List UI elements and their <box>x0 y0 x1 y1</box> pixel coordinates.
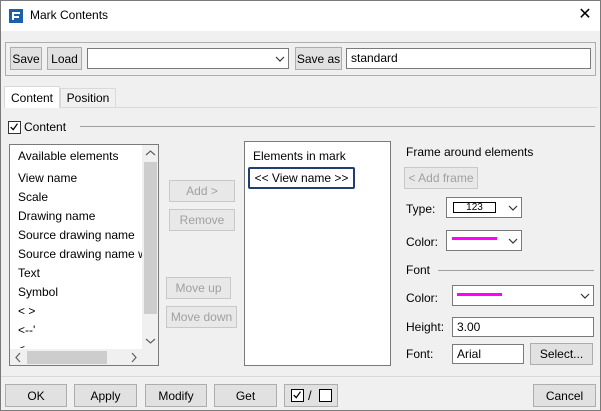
list-item[interactable]: Scale <box>18 190 48 204</box>
remove-button[interactable]: Remove <box>169 209 235 231</box>
window-title: Mark Contents <box>30 8 109 22</box>
frame-type-label: Type: <box>406 202 436 216</box>
save-as-button[interactable]: Save as <box>295 47 342 70</box>
content-checkbox-label: Content <box>24 120 67 134</box>
list-item[interactable]: View name <box>18 171 77 185</box>
frame-color-swatch <box>452 237 497 240</box>
list-item[interactable]: < > <box>18 304 35 318</box>
chevron-down-icon <box>275 56 285 62</box>
frame-type-value: 123 <box>453 202 496 213</box>
tab-position[interactable]: Position <box>60 88 116 107</box>
ok-button[interactable]: OK <box>5 384 67 407</box>
unchecked-box-icon <box>319 389 332 402</box>
elements-in-mark-list[interactable]: Elements in mark << View name >> <box>244 141 391 366</box>
list-item[interactable]: Source drawing name <box>18 228 135 242</box>
move-up-button[interactable]: Move up <box>166 277 231 299</box>
font-color-swatch <box>457 293 502 296</box>
scrollbar-corner <box>142 349 158 365</box>
frame-color-label: Color: <box>406 235 439 249</box>
checkmark-icon <box>10 123 18 131</box>
mark-element-item[interactable]: << View name >> <box>248 167 355 189</box>
list-header: Available elements <box>18 149 119 163</box>
list-item[interactable]: < <box>18 342 25 348</box>
app-icon <box>9 9 23 23</box>
tab-strip-line <box>4 107 597 108</box>
scroll-down-icon[interactable] <box>142 332 159 349</box>
chevron-down-icon <box>508 238 518 244</box>
close-icon[interactable]: ✕ <box>574 4 596 26</box>
modify-button[interactable]: Modify <box>145 384 207 407</box>
font-height-input[interactable]: 3.00 <box>452 317 594 337</box>
toggle-separator: / <box>308 388 312 403</box>
cancel-button[interactable]: Cancel <box>533 384 596 407</box>
vertical-scrollbar[interactable] <box>142 145 159 349</box>
font-header: Font <box>406 263 431 277</box>
list-item[interactable]: Source drawing name w <box>18 247 147 261</box>
preset-select[interactable] <box>87 48 289 69</box>
frame-color-select[interactable] <box>446 230 522 251</box>
font-color-select[interactable] <box>452 285 594 306</box>
horizontal-scroll-thumb[interactable] <box>27 351 107 364</box>
move-down-button[interactable]: Move down <box>166 306 237 328</box>
checked-box-icon <box>291 389 304 402</box>
available-elements-list[interactable]: Available elements View name Scale Drawi… <box>9 144 159 366</box>
bottom-separator <box>0 376 601 377</box>
list-item[interactable]: Symbol <box>18 285 58 299</box>
add-button[interactable]: Add > <box>169 180 235 202</box>
list-item[interactable]: <--' <box>18 323 35 337</box>
scroll-right-icon[interactable] <box>125 349 142 366</box>
font-name-label: Font: <box>406 347 434 361</box>
list-header: Elements in mark <box>253 149 346 163</box>
content-checkbox[interactable] <box>8 121 21 134</box>
list-item[interactable]: Drawing name <box>18 209 95 223</box>
tab-content[interactable]: Content <box>4 86 60 108</box>
chevron-down-icon <box>508 205 518 211</box>
vertical-scroll-thumb[interactable] <box>144 162 157 314</box>
chevron-down-icon <box>580 293 590 299</box>
list-item[interactable]: Text <box>18 266 40 280</box>
load-button[interactable]: Load <box>47 47 82 70</box>
font-name-input[interactable]: Arial <box>452 344 524 364</box>
select-font-button[interactable]: Select... <box>530 343 593 365</box>
scroll-left-icon[interactable] <box>10 349 27 366</box>
frame-header: Frame around elements <box>406 145 534 159</box>
font-separator <box>438 270 594 271</box>
apply-button[interactable]: Apply <box>74 384 137 407</box>
save-button[interactable]: Save <box>10 47 42 70</box>
horizontal-scrollbar[interactable] <box>10 349 142 366</box>
save-as-input[interactable]: standard <box>346 48 591 69</box>
font-color-label: Color: <box>406 291 439 305</box>
font-height-label: Height: <box>406 320 445 334</box>
toggle-all-button[interactable]: / <box>284 384 338 407</box>
scroll-up-icon[interactable] <box>142 145 159 162</box>
frame-type-select[interactable]: 123 <box>446 197 522 218</box>
content-separator <box>80 126 595 127</box>
add-frame-button[interactable]: < Add frame <box>404 167 478 189</box>
get-button[interactable]: Get <box>214 384 277 407</box>
